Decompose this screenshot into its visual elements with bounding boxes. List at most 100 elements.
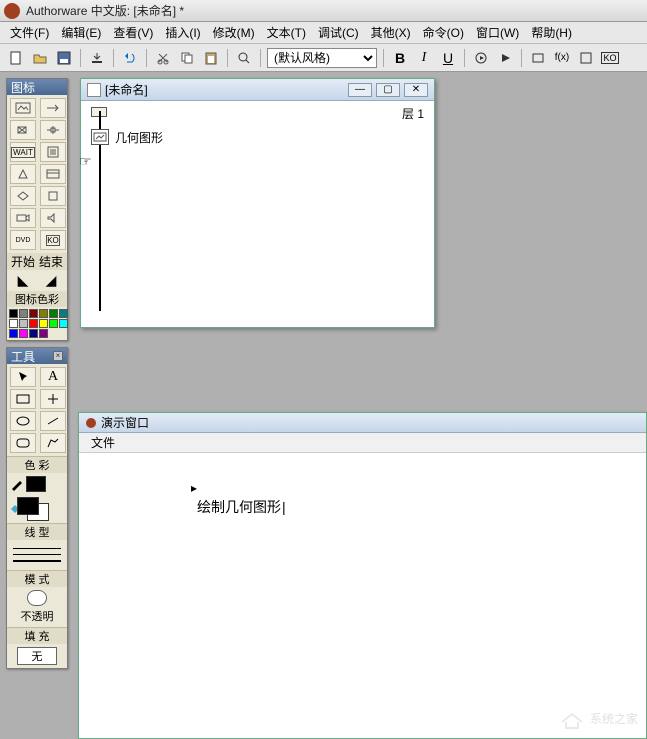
- design-window-titlebar[interactable]: [未命名] — ▢ ✕: [81, 79, 434, 101]
- knowledge-button[interactable]: KO: [600, 48, 620, 68]
- color-swatch[interactable]: [39, 309, 48, 318]
- interaction-icon-tool[interactable]: [40, 120, 66, 140]
- presentation-menu-file[interactable]: 文件: [85, 432, 121, 453]
- flowline-area[interactable]: 层 1 几何图形 ☞: [81, 101, 434, 327]
- canvas-text-input[interactable]: 绘制几何图形: [197, 497, 286, 517]
- color-swatch[interactable]: [39, 329, 48, 338]
- rounded-rect-tool[interactable]: [10, 433, 36, 453]
- flow-icon-label[interactable]: 几何图形: [115, 129, 163, 146]
- menu-command[interactable]: 命令(O): [417, 22, 470, 43]
- variables-button[interactable]: [576, 48, 596, 68]
- italic-button[interactable]: I: [414, 48, 434, 68]
- copy-button[interactable]: [177, 48, 197, 68]
- app-title-bar: Authorware 中文版: [未命名] *: [0, 0, 647, 22]
- icon-palette-title[interactable]: 图标: [7, 79, 67, 95]
- color-swatch[interactable]: [29, 309, 38, 318]
- calc-icon-tool[interactable]: [40, 142, 66, 162]
- underline-button[interactable]: U: [438, 48, 458, 68]
- start-flag-tool[interactable]: ◣: [18, 272, 29, 289]
- mode-picker[interactable]: [27, 590, 47, 606]
- knowledge-icon-tool[interactable]: KO: [40, 230, 66, 250]
- sound-icon-tool[interactable]: [40, 208, 66, 228]
- paste-button[interactable]: [201, 48, 221, 68]
- wait-icon-tool[interactable]: WAIT: [10, 142, 36, 162]
- erase-icon-tool[interactable]: [10, 120, 36, 140]
- line-section-label: 线 型: [7, 523, 67, 540]
- cut-button[interactable]: [153, 48, 173, 68]
- line-style-picker[interactable]: [7, 540, 67, 570]
- color-swatch[interactable]: [29, 319, 38, 328]
- pen-color-icon: [10, 477, 24, 491]
- menu-edit[interactable]: 编辑(E): [55, 22, 107, 43]
- polygon-tool[interactable]: [40, 433, 66, 453]
- menu-modify[interactable]: 修改(M): [207, 22, 261, 43]
- rectangle-tool[interactable]: [10, 389, 36, 409]
- color-swatch[interactable]: [29, 329, 38, 338]
- presentation-canvas[interactable]: ▸ 绘制几何图形 系统之家: [79, 453, 646, 738]
- save-button[interactable]: [54, 48, 74, 68]
- color-swatch[interactable]: [19, 329, 28, 338]
- color-swatch[interactable]: [9, 329, 18, 338]
- color-swatch[interactable]: [49, 319, 58, 328]
- design-window-title: [未命名]: [105, 81, 148, 98]
- ellipse-tool[interactable]: [10, 411, 36, 431]
- play-button[interactable]: [495, 48, 515, 68]
- import-button[interactable]: [87, 48, 107, 68]
- presentation-titlebar[interactable]: 演示窗口: [79, 413, 646, 433]
- end-flag-tool[interactable]: ◢: [46, 272, 57, 289]
- line-tool[interactable]: [40, 389, 66, 409]
- text-tool[interactable]: A: [40, 367, 66, 387]
- control-panel-button[interactable]: [528, 48, 548, 68]
- minimize-button[interactable]: —: [348, 83, 372, 97]
- undo-button[interactable]: [120, 48, 140, 68]
- menu-view[interactable]: 查看(V): [107, 22, 159, 43]
- bold-button[interactable]: B: [390, 48, 410, 68]
- presentation-title: 演示窗口: [101, 414, 149, 431]
- menu-insert[interactable]: 插入(I): [159, 22, 206, 43]
- tools-panel-title[interactable]: 工具 ×: [7, 348, 67, 364]
- decision-icon-tool[interactable]: [10, 186, 36, 206]
- menu-debug[interactable]: 调试(C): [312, 22, 365, 43]
- color-swatch[interactable]: [39, 319, 48, 328]
- mode-value: 不透明: [21, 608, 54, 624]
- close-button[interactable]: ✕: [404, 83, 428, 97]
- layer-label: 层 1: [402, 105, 424, 122]
- menu-window[interactable]: 窗口(W): [470, 22, 525, 43]
- menu-help[interactable]: 帮助(H): [525, 22, 578, 43]
- color-swatch[interactable]: [9, 319, 18, 328]
- pen-color-swatch[interactable]: [26, 476, 46, 492]
- map-icon-tool[interactable]: [40, 186, 66, 206]
- color-swatch[interactable]: [19, 309, 28, 318]
- flow-display-icon[interactable]: [91, 129, 109, 145]
- icon-color-grid: [7, 307, 67, 340]
- color-swatch[interactable]: [59, 309, 68, 318]
- design-window: [未命名] — ▢ ✕ 层 1 几何图形 ☞: [80, 78, 435, 328]
- insertion-hand-icon: ☞: [79, 153, 92, 170]
- motion-icon-tool[interactable]: [40, 98, 66, 118]
- fill-picker[interactable]: 无: [17, 647, 57, 665]
- menu-text[interactable]: 文本(T): [261, 22, 312, 43]
- menu-other[interactable]: 其他(X): [365, 22, 417, 43]
- mode-section-label: 模 式: [7, 570, 67, 587]
- pointer-tool[interactable]: [10, 367, 36, 387]
- movie-icon-tool[interactable]: [10, 208, 36, 228]
- color-swatch[interactable]: [59, 319, 68, 328]
- color-swatch[interactable]: [49, 309, 58, 318]
- run-button[interactable]: [471, 48, 491, 68]
- color-swatch[interactable]: [19, 319, 28, 328]
- fill-color-swatches[interactable]: [7, 495, 67, 523]
- navigate-icon-tool[interactable]: [10, 164, 36, 184]
- dvd-icon-tool[interactable]: DVD: [10, 230, 36, 250]
- functions-button[interactable]: f(x): [552, 48, 572, 68]
- open-button[interactable]: [30, 48, 50, 68]
- display-icon-tool[interactable]: [10, 98, 36, 118]
- menu-file[interactable]: 文件(F): [4, 22, 55, 43]
- close-icon[interactable]: ×: [53, 351, 63, 361]
- diagonal-tool[interactable]: [40, 411, 66, 431]
- maximize-button[interactable]: ▢: [376, 83, 400, 97]
- framework-icon-tool[interactable]: [40, 164, 66, 184]
- find-button[interactable]: [234, 48, 254, 68]
- new-button[interactable]: [6, 48, 26, 68]
- text-style-select[interactable]: (默认风格): [267, 48, 377, 68]
- color-swatch[interactable]: [9, 309, 18, 318]
